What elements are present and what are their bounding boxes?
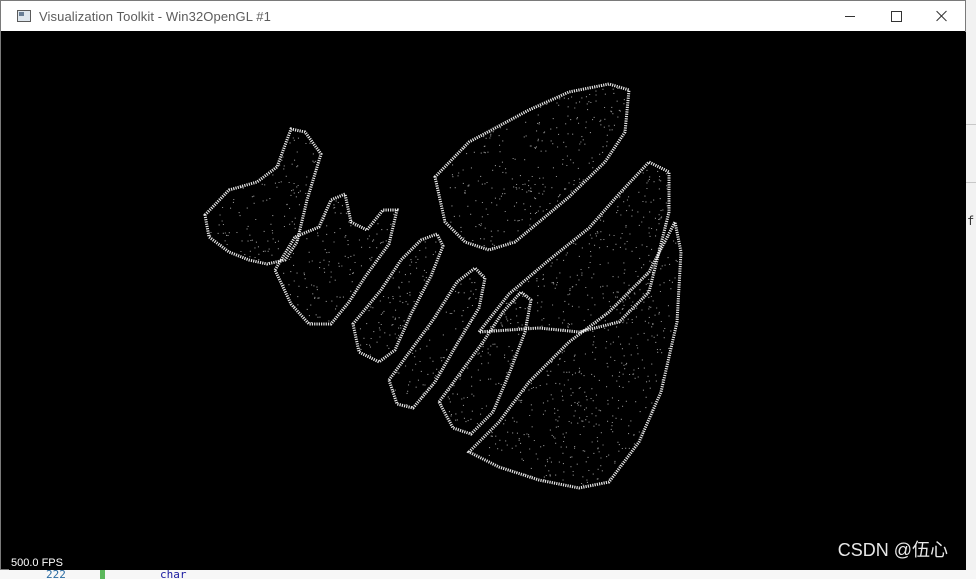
tooth-edge [437, 289, 533, 436]
tooth-interior-points [283, 196, 395, 324]
teeth-point-cloud [203, 82, 683, 490]
maximize-icon [890, 10, 902, 22]
close-icon [936, 10, 948, 22]
tooth-interior-points [490, 169, 670, 331]
change-marker [100, 570, 105, 579]
background-text: f [967, 214, 975, 228]
vtk-render-window: Visualization Toolkit - Win32OpenGL #1 5… [0, 0, 966, 570]
tooth-edge [273, 191, 399, 326]
tooth-points [203, 127, 323, 266]
background-window-edge [966, 0, 976, 579]
tooth-edge [351, 232, 445, 364]
background-divider [966, 182, 976, 183]
app-window-icon[interactable] [17, 10, 31, 22]
minimize-icon [845, 15, 855, 17]
tooth-points [466, 217, 683, 490]
title-bar[interactable]: Visualization Toolkit - Win32OpenGL #1 [1, 1, 965, 31]
maximize-button[interactable] [873, 1, 919, 31]
tooth-points [273, 191, 399, 326]
tooth-points [437, 289, 533, 436]
tooth-interior-points [440, 293, 529, 425]
watermark: CSDN @伍心 [837, 540, 948, 560]
window-title: Visualization Toolkit - Win32OpenGL #1 [39, 8, 271, 24]
tooth-edge [387, 266, 487, 410]
tooth-interior-points [392, 273, 482, 406]
line-number: 222 [46, 570, 66, 579]
tooth-interior-points [488, 236, 678, 486]
tooth-edge [203, 127, 323, 266]
code-fragment: char [160, 570, 187, 579]
tooth-edge [433, 82, 631, 252]
tooth-interior-points [359, 241, 442, 356]
minimize-button[interactable] [827, 1, 873, 31]
close-button[interactable] [919, 1, 965, 31]
tooth-points [433, 82, 631, 252]
fps-counter: 500.0 FPS [11, 557, 63, 569]
tooth-points [351, 232, 445, 364]
tooth-points [387, 266, 487, 410]
window-controls [827, 1, 965, 31]
tooth-interior-points [210, 137, 319, 264]
render-viewport[interactable]: 500.0 FPS CSDN @伍心 [9, 32, 966, 570]
background-divider [966, 124, 976, 125]
background-editor-strip: 222 char [0, 570, 976, 579]
